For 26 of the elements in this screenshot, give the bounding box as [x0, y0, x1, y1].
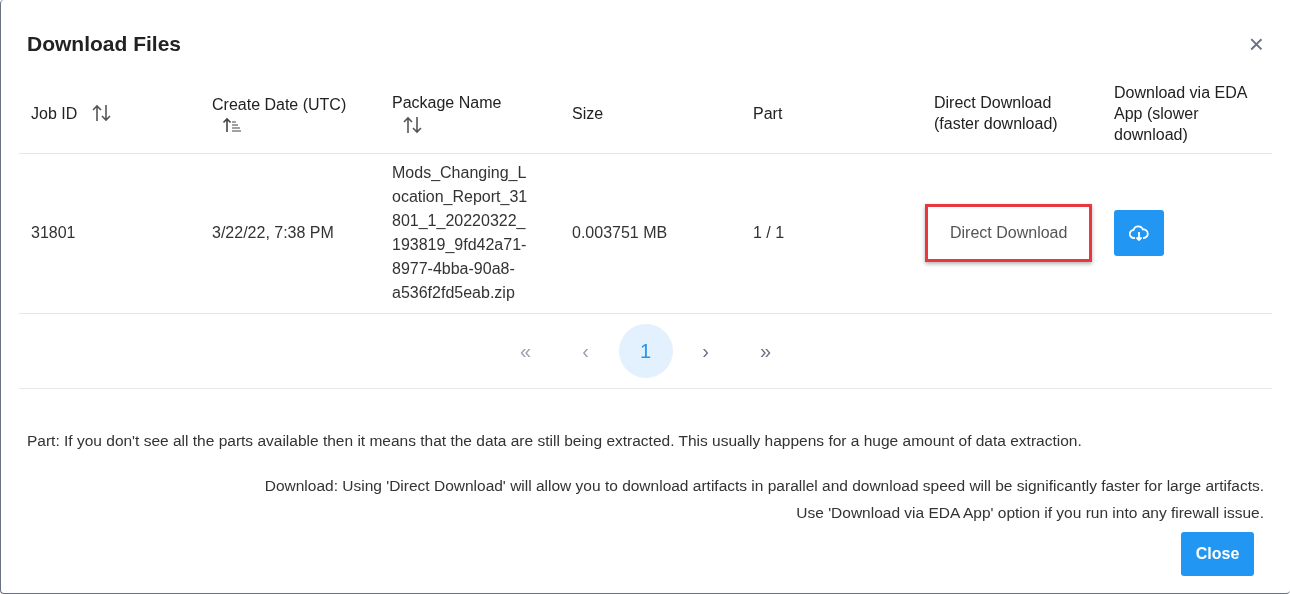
- dialog-title: Download Files: [27, 31, 181, 57]
- column-header: Create Date (UTC): [212, 94, 348, 115]
- table-cell: Mods_Changing_Location_Report_31801_1_20220322_193819_9fd42a71-8977-4bba-90a8-a536f2fd5eab.zip: [392, 164, 528, 301]
- table-cell: 1 / 1: [753, 224, 785, 241]
- cloud-download-button[interactable]: [1114, 210, 1164, 256]
- note-text: Part: If you don't see all the parts available then it means that the data are still being extracted. This usually happens for a huge amount of data extraction.: [26, 430, 1083, 451]
- table-cell: 3/22/22, 7:38 PM: [212, 224, 334, 241]
- close-button[interactable]: Close: [1181, 531, 1254, 576]
- page-nav-button[interactable]: ›: [678, 323, 733, 378]
- page-button[interactable]: 1: [618, 323, 673, 378]
- table-cell: 31801: [31, 224, 76, 241]
- note-text: Download: Using 'Direct Download' will allow you to download artifacts in parallel and download speed will be significantly faster for large artifacts.: [263, 475, 1265, 496]
- table-cell: 0.003751 MB: [572, 224, 668, 241]
- column-header: Direct Download (faster download): [934, 93, 1059, 134]
- column-header: Size: [572, 103, 605, 124]
- cloud-download-icon: [1129, 225, 1149, 241]
- column-header: Package Name: [392, 92, 503, 113]
- column-header: Part: [753, 103, 784, 124]
- column-header: Job ID: [31, 103, 78, 124]
- direct-download-link[interactable]: Direct Download: [925, 204, 1093, 262]
- sort-icon[interactable]: [402, 114, 424, 135]
- page-nav-button[interactable]: »: [738, 323, 793, 378]
- sort-icon[interactable]: [91, 103, 114, 123]
- column-header: Download via EDA App (slower download): [1114, 82, 1249, 145]
- note-text: Use 'Download via EDA App' option if you run into any firewall issue.: [795, 502, 1265, 523]
- sort-icon[interactable]: [222, 116, 242, 133]
